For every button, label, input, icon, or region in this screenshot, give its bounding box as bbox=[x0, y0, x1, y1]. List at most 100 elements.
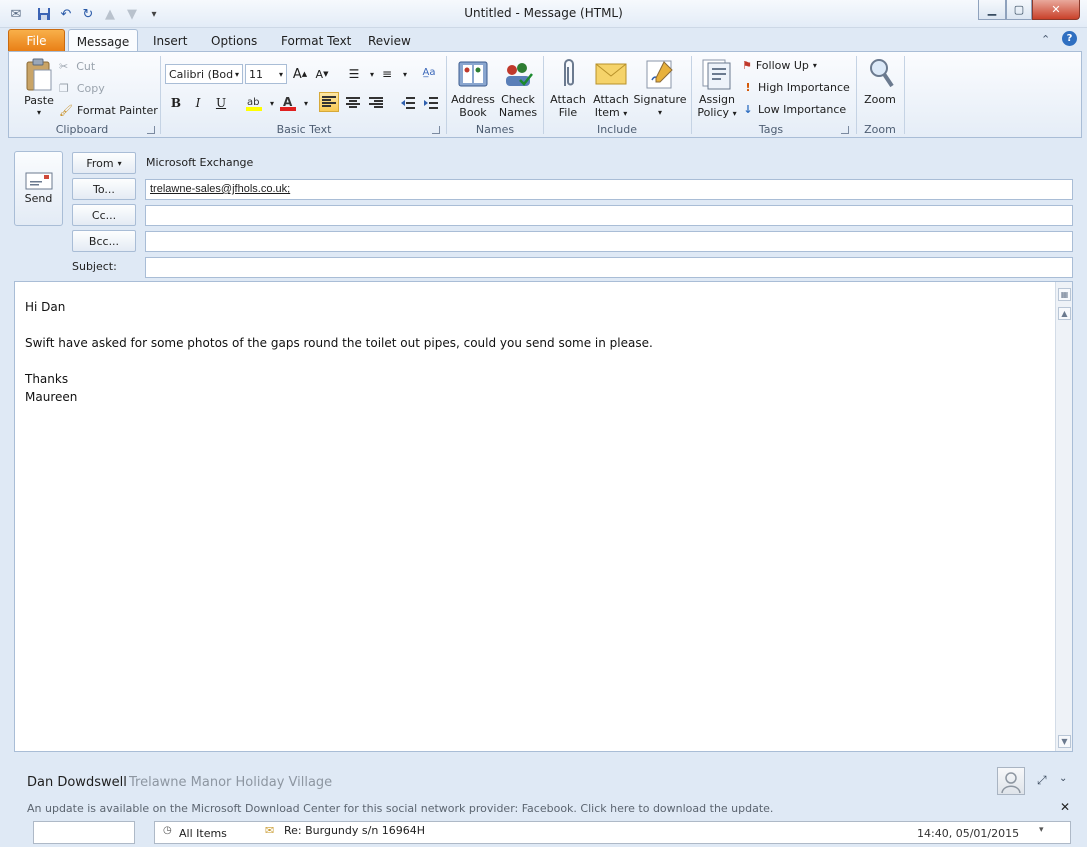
increase-indent-button[interactable] bbox=[421, 93, 441, 113]
highlight-button[interactable]: ab bbox=[244, 93, 264, 113]
svg-text:ab: ab bbox=[247, 97, 259, 108]
zoom-label: Zoom bbox=[864, 93, 896, 106]
address-book-button[interactable]: Address Book bbox=[451, 56, 495, 119]
subject-field[interactable] bbox=[145, 257, 1073, 278]
font-color-dropdown-icon[interactable]: ▾ bbox=[296, 93, 316, 113]
zoom-button[interactable]: Zoom bbox=[860, 56, 900, 118]
copy-button[interactable]: ❐ Copy bbox=[59, 79, 105, 97]
ruler-toggle-icon[interactable]: ▦ bbox=[1058, 288, 1071, 301]
tab-message[interactable]: Message bbox=[68, 29, 138, 53]
to-button[interactable]: To... bbox=[72, 178, 136, 200]
send-button[interactable]: Send bbox=[14, 151, 63, 226]
to-field[interactable]: trelawne-sales@jfhols.co.uk; bbox=[145, 179, 1073, 200]
feed-folder: All Items bbox=[179, 827, 227, 840]
low-importance-button[interactable]: ↓ Low Importance bbox=[742, 100, 846, 118]
check-names-label-1: Check bbox=[501, 93, 535, 106]
italic-button[interactable]: I bbox=[188, 93, 208, 113]
clipboard-dialog-launcher-icon[interactable] bbox=[147, 126, 155, 134]
from-button[interactable]: From ▾ bbox=[72, 152, 136, 174]
styles-icon[interactable]: A̲a bbox=[419, 62, 439, 82]
tab-review[interactable]: Review bbox=[358, 29, 421, 52]
envelope-icon bbox=[595, 62, 627, 89]
flag-icon: ⚑ bbox=[742, 58, 752, 72]
tab-insert[interactable]: Insert bbox=[143, 29, 197, 52]
bold-button[interactable]: B bbox=[166, 93, 186, 113]
attach-item-button[interactable]: Attach Item ▾ bbox=[589, 56, 633, 119]
align-left-button[interactable] bbox=[319, 92, 339, 112]
chevron-down-icon: ▾ bbox=[278, 69, 283, 79]
assign-policy-button[interactable]: Assign Policy ▾ bbox=[695, 56, 739, 119]
feed-time: 14:40, 05/01/2015 bbox=[917, 827, 1020, 840]
decrease-indent-button[interactable] bbox=[398, 93, 418, 113]
font-name-select[interactable]: Calibri (Bod ▾ bbox=[165, 64, 243, 84]
expand-pane-icon[interactable]: ⤢ bbox=[1037, 773, 1047, 788]
tab-options[interactable]: Options bbox=[201, 29, 267, 52]
numbering-dropdown-icon[interactable]: ▾ bbox=[395, 64, 415, 84]
message-body[interactable]: Hi Dan Swift have asked for some photos … bbox=[14, 281, 1073, 752]
include-group-label: Include bbox=[596, 123, 638, 136]
feed-subject[interactable]: Re: Burgundy s/n 16964H bbox=[284, 824, 425, 837]
scroll-up-icon[interactable]: ▲ bbox=[1058, 307, 1071, 320]
chevron-down-icon: ▾ bbox=[812, 60, 817, 70]
cc-field[interactable] bbox=[145, 205, 1073, 226]
follow-up-button[interactable]: ⚑ Follow Up ▾ bbox=[742, 56, 817, 74]
chevron-down-icon[interactable]: ⌄ bbox=[1059, 773, 1067, 784]
body-line: Thanks bbox=[25, 372, 69, 386]
signature-icon bbox=[644, 58, 676, 93]
font-color-button[interactable]: A bbox=[278, 93, 298, 113]
tags-dialog-launcher-icon[interactable] bbox=[841, 126, 849, 134]
address-book-label-2: Book bbox=[459, 106, 487, 119]
copy-icon: ❐ bbox=[59, 81, 69, 95]
tab-file[interactable]: File bbox=[8, 29, 65, 52]
minimize-ribbon-icon[interactable]: ⌃ bbox=[1041, 33, 1050, 46]
cc-button[interactable]: Cc... bbox=[72, 204, 136, 226]
signature-button[interactable]: Signature ▾ bbox=[633, 56, 687, 118]
high-importance-button[interactable]: ! High Importance bbox=[742, 78, 849, 96]
paste-button[interactable]: Paste ▾ bbox=[17, 56, 61, 118]
format-painter-button[interactable]: 🖌 Format Painter bbox=[59, 101, 158, 119]
contact-company: Trelawne Manor Holiday Village bbox=[129, 775, 333, 790]
tab-format-text[interactable]: Format Text bbox=[271, 29, 361, 52]
close-icon[interactable]: ✕ bbox=[1060, 800, 1070, 814]
align-right-button[interactable] bbox=[366, 93, 386, 113]
underline-button[interactable]: U bbox=[211, 93, 231, 113]
cut-button[interactable]: ✂ Cut bbox=[59, 57, 95, 75]
body-line: Swift have asked for some photos of the … bbox=[25, 336, 653, 350]
maximize-button[interactable]: ▢ bbox=[1006, 0, 1032, 20]
shrink-font-button[interactable]: A ▼ bbox=[312, 64, 332, 84]
signature-dropdown-icon[interactable]: ▾ bbox=[633, 106, 687, 119]
attach-item-label-1: Attach bbox=[593, 93, 629, 106]
paste-dropdown-icon[interactable]: ▾ bbox=[17, 106, 61, 119]
bcc-field[interactable] bbox=[145, 231, 1073, 252]
bullets-button[interactable]: ☰ bbox=[344, 64, 364, 84]
scroll-down-icon[interactable]: ▼ bbox=[1058, 735, 1071, 748]
check-names-icon bbox=[502, 58, 534, 93]
basic-text-group-label: Basic Text bbox=[276, 123, 332, 136]
copy-label: Copy bbox=[76, 81, 105, 95]
font-size-select[interactable]: 11 ▾ bbox=[245, 64, 287, 84]
chevron-down-icon[interactable]: ▾ bbox=[1039, 825, 1044, 835]
assign-policy-icon bbox=[701, 58, 733, 93]
minimize-button[interactable]: ▁ bbox=[978, 0, 1006, 20]
basic-text-dialog-launcher-icon[interactable] bbox=[432, 126, 440, 134]
contact-name[interactable]: Dan Dowdswell bbox=[27, 775, 127, 790]
grow-font-button[interactable]: A ▲ bbox=[290, 64, 310, 84]
people-pane-feed: ◷ All Items ✉ Re: Burgundy s/n 16964H 14… bbox=[14, 818, 1073, 844]
chevron-down-icon: ▾ bbox=[234, 69, 239, 79]
numbering-button[interactable]: ≡ bbox=[377, 64, 397, 84]
format-painter-label: Format Painter bbox=[76, 103, 158, 117]
chevron-down-icon: ▾ bbox=[117, 158, 122, 168]
activity-feed-row[interactable]: ◷ All Items ✉ Re: Burgundy s/n 16964H 14… bbox=[154, 821, 1071, 844]
to-recipient[interactable]: trelawne-sales@jfhols.co.uk; bbox=[150, 183, 290, 195]
check-names-button[interactable]: Check Names bbox=[497, 56, 539, 119]
attach-file-button[interactable]: Attach File bbox=[547, 56, 589, 119]
vertical-scrollbar[interactable]: ▦ ▲ ▼ bbox=[1055, 282, 1072, 751]
attach-file-label-2: File bbox=[558, 106, 578, 119]
update-notification[interactable]: An update is available on the Microsoft … bbox=[27, 802, 773, 815]
close-button[interactable]: ✕ bbox=[1032, 0, 1080, 20]
paintbrush-icon: 🖌 bbox=[59, 103, 73, 117]
help-icon[interactable]: ? bbox=[1062, 31, 1077, 46]
align-center-button[interactable] bbox=[343, 93, 363, 113]
bcc-button[interactable]: Bcc... bbox=[72, 230, 136, 252]
avatar[interactable] bbox=[997, 767, 1025, 795]
